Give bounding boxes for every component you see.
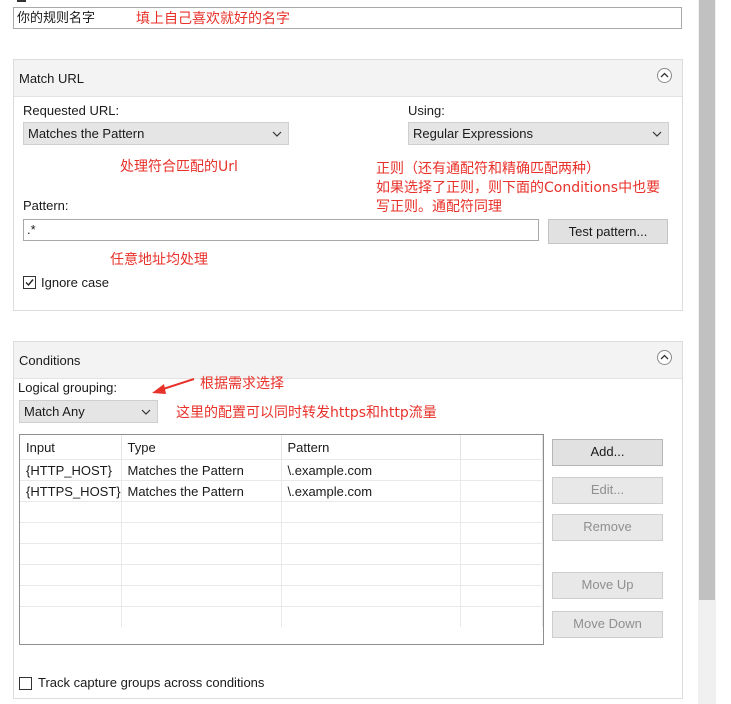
- annotation-using-line1: 正则（还有通配符和精确匹配两种）: [376, 161, 600, 177]
- cell-type: Matches the Pattern: [121, 480, 282, 502]
- scrollbar-thumb[interactable]: [699, 0, 715, 600]
- conditions-header: Conditions: [14, 342, 682, 379]
- collapse-conditions-button[interactable]: [657, 350, 672, 365]
- pattern-value: .*: [27, 222, 36, 237]
- cell-pattern: \.example.com: [281, 480, 461, 502]
- empty-row: [20, 585, 543, 607]
- column-header-type[interactable]: Type: [121, 435, 282, 460]
- collapse-match-url-button[interactable]: [657, 68, 672, 83]
- vertical-scrollbar[interactable]: [698, 0, 716, 704]
- edit-condition-button[interactable]: Edit...: [552, 477, 663, 504]
- rule-name-value: 你的规则名字: [17, 10, 96, 25]
- track-capture-groups-checkbox[interactable]: [19, 677, 32, 690]
- annotation-using-line2: 如果选择了正则，则下面的Conditions中也要: [376, 180, 661, 196]
- test-pattern-button[interactable]: Test pattern...: [548, 219, 668, 244]
- conditions-title: Conditions: [19, 353, 81, 368]
- add-condition-button[interactable]: Add...: [552, 439, 663, 466]
- annotation-using-line3: 写正则。通配符同理: [376, 199, 502, 215]
- move-down-button[interactable]: Move Down: [552, 611, 663, 638]
- table-row[interactable]: {HTTPS_HOST} Matches the Pattern \.examp…: [20, 480, 543, 502]
- annotation-requested-url: 处理符合匹配的Url: [120, 159, 238, 175]
- chevron-down-icon: [141, 409, 151, 415]
- requested-url-select[interactable]: Matches the Pattern: [23, 122, 289, 145]
- empty-row: [20, 564, 543, 586]
- cell-input: {HTTPS_HOST}: [20, 480, 122, 502]
- logical-grouping-select[interactable]: Match Any: [19, 400, 158, 423]
- track-capture-groups-label[interactable]: Track capture groups across conditions: [38, 675, 264, 690]
- annotation-pattern: 任意地址均处理: [110, 252, 208, 268]
- empty-row: [20, 543, 543, 565]
- cell-type: Matches the Pattern: [121, 459, 282, 481]
- empty-row: [20, 522, 543, 544]
- using-value: Regular Expressions: [413, 126, 533, 141]
- logical-grouping-label: Logical grouping:: [18, 380, 118, 395]
- chevron-down-icon: [272, 131, 282, 137]
- top-edge-marker: [17, 0, 26, 2]
- chevron-up-icon: [660, 72, 669, 78]
- using-select[interactable]: Regular Expressions: [408, 122, 669, 145]
- using-label: Using:: [408, 103, 445, 118]
- ignore-case-checkbox[interactable]: [23, 276, 36, 289]
- match-url-header: Match URL: [14, 60, 682, 97]
- table-header-row: Input Type Pattern: [20, 435, 543, 460]
- annotation-grouping: 根据需求选择: [200, 376, 284, 392]
- requested-url-value: Matches the Pattern: [28, 126, 145, 141]
- annotation-match-any: 这里的配置可以同时转发https和http流量: [176, 405, 437, 421]
- column-header-input[interactable]: Input: [20, 435, 122, 460]
- conditions-table[interactable]: Input Type Pattern {HTTP_HOST} Matches t…: [19, 434, 544, 645]
- cell-filler: [460, 480, 543, 502]
- empty-row: [20, 606, 543, 627]
- remove-condition-button[interactable]: Remove: [552, 514, 663, 541]
- chevron-down-icon: [652, 131, 662, 137]
- match-url-title: Match URL: [19, 71, 85, 86]
- annotation-rule-name: 填上自己喜欢就好的名字: [136, 11, 290, 27]
- column-header-pattern[interactable]: Pattern: [281, 435, 461, 460]
- red-arrow-icon: [152, 378, 195, 394]
- logical-grouping-value: Match Any: [24, 404, 85, 419]
- column-header-filler: [460, 435, 543, 460]
- requested-url-label: Requested URL:: [23, 103, 120, 118]
- cell-filler: [460, 459, 543, 481]
- chevron-up-icon: [660, 354, 669, 360]
- pattern-input[interactable]: .*: [23, 219, 539, 241]
- checkmark-icon: [25, 279, 34, 287]
- ignore-case-label[interactable]: Ignore case: [41, 275, 109, 290]
- rule-name-input[interactable]: 你的规则名字: [13, 7, 682, 29]
- empty-row: [20, 501, 543, 523]
- pattern-label: Pattern:: [23, 198, 69, 213]
- cell-input: {HTTP_HOST}: [20, 459, 122, 481]
- cell-pattern: \.example.com: [281, 459, 461, 481]
- move-up-button[interactable]: Move Up: [552, 572, 663, 599]
- table-row[interactable]: {HTTP_HOST} Matches the Pattern \.exampl…: [20, 459, 543, 481]
